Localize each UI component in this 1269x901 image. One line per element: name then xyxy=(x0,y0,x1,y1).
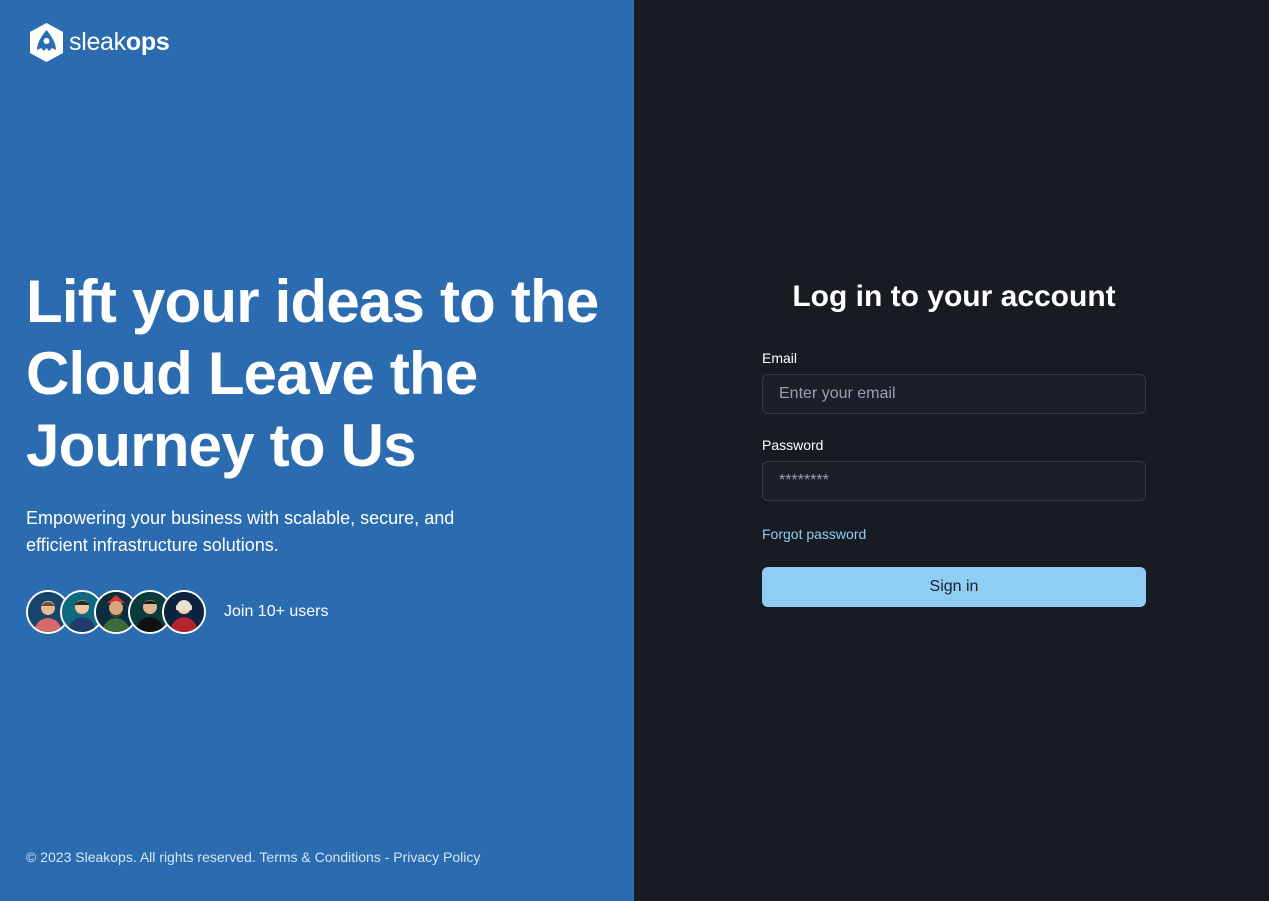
terms-link[interactable]: Terms & Conditions xyxy=(259,849,380,865)
brand-logo[interactable]: sleakops xyxy=(28,22,170,63)
users-group: Join 10+ users xyxy=(26,590,329,634)
password-field[interactable] xyxy=(762,461,1146,501)
password-label: Password xyxy=(762,437,824,453)
privacy-link[interactable]: Privacy Policy xyxy=(393,849,480,865)
footer-separator: - xyxy=(384,849,390,865)
brand-wordmark: sleakops xyxy=(69,28,170,56)
avatar xyxy=(162,590,206,634)
hero-title: Lift your ideas to the Cloud Leave the J… xyxy=(26,268,599,479)
sign-in-button[interactable]: Sign in xyxy=(762,567,1146,607)
sleakops-logo-icon xyxy=(30,23,63,62)
footer: © 2023 Sleakops. All rights reserved. Te… xyxy=(26,849,480,865)
email-field[interactable] xyxy=(762,374,1146,414)
marketing-panel: sleakops Lift your ideas to the Cloud Le… xyxy=(0,0,634,901)
email-label: Email xyxy=(762,350,798,366)
login-page: sleakops Lift your ideas to the Cloud Le… xyxy=(0,0,1269,901)
avatar-stack xyxy=(26,590,206,634)
login-title: Log in to your account xyxy=(792,280,1116,313)
login-panel: Log in to your account Email Password Fo… xyxy=(634,0,1269,901)
login-form: Log in to your account Email Password Fo… xyxy=(762,276,1146,607)
brand-name-light: sleak xyxy=(69,28,126,56)
forgot-password-link[interactable]: Forgot password xyxy=(762,526,866,542)
copyright-text: © 2023 Sleakops. All rights reserved. xyxy=(26,849,256,865)
brand-name-bold: ops xyxy=(125,28,170,56)
hero-subtitle: Empowering your business with scalable, … xyxy=(26,508,455,555)
users-count-label: Join 10+ users xyxy=(224,603,329,620)
